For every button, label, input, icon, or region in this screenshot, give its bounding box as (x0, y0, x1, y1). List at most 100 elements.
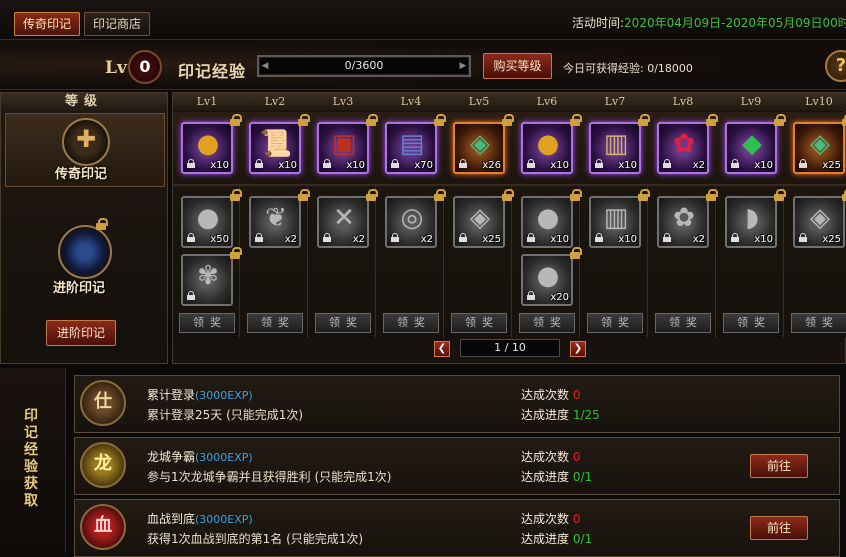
lock-icon (637, 189, 650, 201)
silver-coin-icon[interactable]: ● x50 (181, 196, 233, 248)
go-button[interactable]: 前往 (750, 454, 808, 478)
mini-lock-icon (798, 159, 808, 169)
feather-icon[interactable]: ❦ x2 (249, 196, 301, 248)
claim-button[interactable]: 领奖 (451, 313, 507, 333)
red-book-glyph: ▣ (331, 129, 357, 159)
claim-button[interactable]: 领奖 (655, 313, 711, 333)
rose-glyph: ✿ (673, 203, 695, 233)
tab-seal-shop[interactable]: 印记商店 (84, 12, 151, 36)
rose-icon[interactable]: ✿ x2 (657, 196, 709, 248)
silver-coin-icon[interactable]: ● x20 (521, 254, 573, 306)
mini-lock-icon (662, 159, 672, 169)
claim-button[interactable]: 领奖 (791, 313, 846, 333)
mini-lock-icon (458, 233, 468, 243)
scroll-icon[interactable]: 📜 x10 (249, 122, 301, 174)
mini-lock-icon (730, 233, 740, 243)
lock-icon (297, 189, 310, 201)
task-description: 累计登录25天 (只能完成1次) (147, 408, 304, 422)
task-progress-value: 1/25 (572, 408, 600, 422)
task-icon: 仕 (80, 380, 126, 426)
activity-time: 活动时间:2020年04月09日-2020年05月09日00时00分 (572, 14, 846, 31)
flower-icon[interactable]: ✾ (181, 254, 233, 306)
prev-page-icon[interactable]: ❮ (434, 341, 450, 357)
task-exp: (3000EXP) (195, 389, 253, 402)
task-times-value: 0 (572, 450, 581, 464)
task-times-label: 达成次数 (521, 450, 573, 464)
crossbow-icon[interactable]: ✕ x2 (317, 196, 369, 248)
task-progress: 达成进度 0/1 (521, 530, 592, 547)
reward-count: x25 (482, 234, 501, 245)
task-name: 血战到底(3000EXP) (147, 510, 253, 527)
book-icon[interactable]: ▥ x10 (589, 196, 641, 248)
page-indicator: 1 / 10 (460, 339, 560, 357)
rose-icon[interactable]: ✿ x2 (657, 122, 709, 174)
reward-count: x2 (284, 234, 297, 245)
book-glyph: ▥ (603, 129, 629, 159)
mini-lock-icon (322, 233, 332, 243)
red-book-icon[interactable]: ▣ x10 (317, 122, 369, 174)
claim-button[interactable]: 领奖 (179, 313, 235, 333)
level-header-6: Lv6 (536, 95, 558, 108)
lock-icon (569, 247, 582, 259)
helmet-icon[interactable]: ◗ x10 (725, 196, 777, 248)
jade-pouch-icon[interactable]: ◈ x26 (453, 122, 505, 174)
legend-seal-emblem-icon[interactable] (62, 118, 110, 166)
advanced-seal-label: 进阶印记 (53, 281, 106, 296)
advanced-seal-emblem-icon[interactable] (58, 225, 112, 279)
jade-pouch-icon[interactable]: ◈ x25 (793, 122, 845, 174)
book-icon[interactable]: ▥ x10 (589, 122, 641, 174)
rose-glyph: ✿ (673, 129, 695, 159)
blue-tome-icon[interactable]: ▤ x70 (385, 122, 437, 174)
mini-lock-icon (594, 159, 604, 169)
reward-count: x10 (550, 160, 569, 171)
silver-coin-glyph: ● (536, 203, 560, 233)
today-exp-label: 今日可获得经验: 0/18000 (563, 62, 693, 75)
lock-icon (773, 189, 786, 201)
level-value: 0 (128, 50, 162, 84)
ring-icon[interactable]: ◎ x2 (385, 196, 437, 248)
level-header-5: Lv5 (468, 95, 490, 108)
jade-leaf-glyph: ◆ (742, 129, 762, 159)
claim-button[interactable]: 领奖 (315, 313, 371, 333)
level-header-7: Lv7 (604, 95, 626, 108)
jade-pouch-glyph: ◈ (810, 129, 830, 159)
level-header-8: Lv8 (672, 95, 694, 108)
gold-coin-icon[interactable]: ● x10 (521, 122, 573, 174)
task-description: 参与1次龙城争霸并且获得胜利 (只能完成1次) (147, 470, 392, 484)
claim-button[interactable]: 领奖 (247, 313, 303, 333)
armor-icon[interactable]: ◈ x25 (793, 196, 845, 248)
lock-icon (501, 114, 514, 126)
task-row (74, 437, 840, 495)
gold-coin-icon[interactable]: ● x10 (181, 122, 233, 174)
armor-icon[interactable]: ◈ x25 (453, 196, 505, 248)
jade-leaf-icon[interactable]: ◆ x10 (725, 122, 777, 174)
lock-icon (569, 189, 582, 201)
task-times-value: 0 (572, 388, 581, 402)
activity-time-label: 活动时间: (572, 16, 625, 30)
task-name-text: 累计登录 (147, 388, 196, 402)
mini-lock-icon (458, 159, 468, 169)
lock-icon (433, 189, 446, 201)
task-exp: (3000EXP) (195, 451, 253, 464)
advance-seal-button[interactable]: 进阶印记 (46, 320, 116, 346)
task-times-label: 达成次数 (521, 388, 573, 402)
buy-level-button[interactable]: 购买等级 (483, 53, 552, 79)
task-name: 龙城争霸(3000EXP) (147, 448, 253, 465)
tab-legend-seal[interactable]: 传奇印记 (14, 12, 81, 36)
silver-coin-icon[interactable]: ● x10 (521, 196, 573, 248)
reward-count: x10 (550, 234, 569, 245)
claim-button[interactable]: 领奖 (519, 313, 575, 333)
lock-icon (365, 189, 378, 201)
armor-glyph: ◈ (470, 203, 490, 233)
go-button[interactable]: 前往 (750, 516, 808, 540)
task-progress-label: 达成进度 (521, 532, 573, 546)
claim-button[interactable]: 领奖 (383, 313, 439, 333)
claim-button[interactable]: 领奖 (723, 313, 779, 333)
task-progress: 达成进度 0/1 (521, 468, 592, 485)
lock-icon (433, 114, 446, 126)
lock-icon (229, 189, 242, 201)
next-page-icon[interactable]: ❯ (570, 341, 586, 357)
task-name-text: 龙城争霸 (147, 450, 196, 464)
reward-count: x25 (822, 160, 841, 171)
claim-button[interactable]: 领奖 (587, 313, 643, 333)
